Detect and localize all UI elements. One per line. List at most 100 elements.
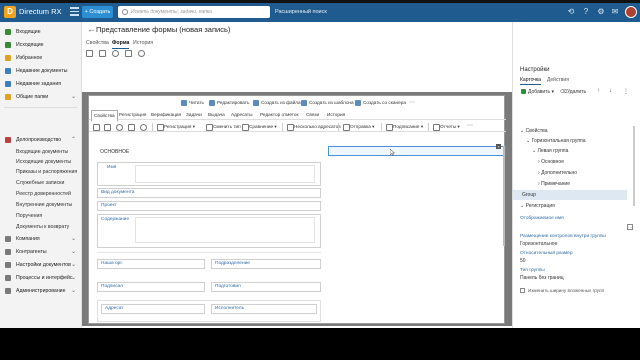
- advanced-search-link[interactable]: Расширенный поиск: [275, 7, 327, 17]
- form-command-bar: Регистрация ▾ Сменить тип Сравнение ▾ Не…: [89, 122, 506, 132]
- cmd-label: Сравнение: [249, 124, 274, 129]
- action-edit[interactable]: Редактировать: [209, 98, 249, 108]
- cmd-registration[interactable]: Регистрация ▾: [156, 123, 195, 131]
- refresh-icon[interactable]: [140, 124, 147, 131]
- create-button[interactable]: + Создать: [82, 6, 113, 18]
- delete-button[interactable]: ⌫ Удалить: [559, 88, 586, 96]
- action-create-from-file[interactable]: Создать из файла: [253, 98, 301, 108]
- prop-group-type-value[interactable]: Панель без границ: [520, 275, 564, 281]
- nav-item-recent-docs[interactable]: Недавние документы: [0, 65, 82, 77]
- nav-item-company[interactable]: Компания ⌄: [0, 233, 82, 245]
- more-actions-icon[interactable]: ⋯: [409, 98, 415, 108]
- tree-item-group-selected[interactable]: Group: [513, 190, 627, 200]
- nav-item-outgoing[interactable]: Исходящие: [0, 39, 82, 51]
- menu-icon[interactable]: [70, 7, 79, 16]
- form-tab-issue[interactable]: Выдача: [206, 110, 227, 120]
- prop-relative-size-value[interactable]: 50: [520, 258, 526, 264]
- form-tab-tasks[interactable]: Задачи: [184, 110, 204, 120]
- cmd-signing[interactable]: Подписание ▾: [385, 123, 423, 131]
- add-button[interactable]: Добавить ▾: [520, 88, 554, 96]
- back-arrow-icon[interactable]: ←: [87, 24, 96, 34]
- cmd-compare[interactable]: Сравнение ▾: [241, 123, 277, 131]
- action-create-from-template[interactable]: Создать из шаблона: [301, 98, 354, 108]
- undo-icon[interactable]: [116, 124, 123, 131]
- help-icon[interactable]: ?: [581, 7, 591, 17]
- nav-item-counterparties[interactable]: Контрагенты ⌄: [0, 246, 82, 258]
- save-icon[interactable]: [93, 124, 100, 131]
- app-logo-icon[interactable]: D: [4, 6, 16, 18]
- tree-label: Дополнительно: [541, 170, 578, 176]
- tab-history[interactable]: История: [133, 38, 153, 48]
- localization-icon[interactable]: ⋯: [627, 224, 633, 230]
- more-icon[interactable]: ⋮: [623, 88, 629, 95]
- selected-group-placeholder[interactable]: [328, 146, 506, 156]
- tree-label: Group: [522, 192, 536, 198]
- tree-item-main[interactable]: › Основное: [538, 157, 564, 167]
- form-tab-history[interactable]: История: [325, 110, 347, 120]
- history-icon[interactable]: ⟲: [566, 7, 576, 17]
- process-icon: [5, 275, 11, 281]
- action-create-from-scanner[interactable]: Создать со сканера: [355, 98, 406, 108]
- nav-item-shared-folders[interactable]: Общие папки ⌄: [0, 91, 82, 103]
- copy-icon[interactable]: [128, 124, 135, 131]
- field-project-box[interactable]: [97, 201, 321, 211]
- refresh-icon[interactable]: [138, 50, 145, 57]
- save-icon[interactable]: [86, 50, 93, 57]
- vertical-scrollbar[interactable]: [503, 146, 505, 246]
- undo-icon[interactable]: [112, 50, 119, 57]
- cmd-change-type[interactable]: Сменить тип: [205, 123, 241, 131]
- settings-tab-card[interactable]: Карточка: [520, 76, 541, 85]
- checkbox-label: Изменить ширину вложенных групп: [528, 288, 605, 293]
- save-close-icon[interactable]: [104, 124, 111, 131]
- nav-item-favorites[interactable]: Избранное: [0, 52, 82, 64]
- form-tabs: Свойства Регистрация Верификация Задачи …: [89, 110, 506, 122]
- tree-item-left-group[interactable]: ⌄ Левая группа: [532, 146, 568, 156]
- move-up-icon[interactable]: ↑: [597, 88, 600, 94]
- search-placeholder: Искать документы, задачи, папки: [131, 9, 213, 15]
- tree-item-properties[interactable]: ⌄ Свойства: [520, 126, 548, 136]
- nav-section-records[interactable]: Делопроизводство ⌃: [0, 134, 82, 146]
- cmd-send[interactable]: Отправка ▾: [342, 123, 374, 131]
- name-input[interactable]: [135, 165, 315, 183]
- form-tab-properties[interactable]: Свойства: [91, 110, 118, 122]
- field-label: Проект: [101, 203, 117, 208]
- form-tab-mark-editor[interactable]: Редактор отметок: [258, 110, 301, 120]
- resize-nested-checkbox[interactable]: [520, 288, 525, 293]
- tree-item-note[interactable]: › Примечание: [538, 179, 570, 189]
- tree-item-horizontal-group[interactable]: ⌄ Горизонтальная группа: [526, 136, 586, 146]
- move-down-icon[interactable]: ↓: [609, 88, 612, 94]
- tree-item-additional[interactable]: › Дополнительно: [538, 168, 577, 178]
- tree-scrollbar[interactable]: [633, 126, 635, 206]
- cmd-multiple-addressees[interactable]: Несколько адресатов: [286, 123, 341, 131]
- nav-divider: [4, 107, 78, 108]
- close-icon[interactable]: ×: [496, 144, 501, 149]
- nav-item-incoming[interactable]: Входящие: [0, 26, 82, 38]
- tab-form[interactable]: Форма: [112, 38, 130, 49]
- tab-properties[interactable]: Свойства: [86, 38, 109, 48]
- form-tab-registration[interactable]: Регистрация: [117, 110, 148, 120]
- prop-placement-value[interactable]: Горизонтальное: [520, 241, 557, 247]
- tree-item-registration[interactable]: ⌄ Регистрация: [520, 201, 555, 211]
- save-close-icon[interactable]: [99, 50, 106, 57]
- settings-icon[interactable]: ⚙: [596, 7, 606, 17]
- search-input[interactable]: Искать документы, задачи, папки: [118, 6, 270, 18]
- document-icon[interactable]: [125, 50, 132, 57]
- nav-item-recent-tasks[interactable]: Недавние задания: [0, 78, 82, 90]
- form-tab-verification[interactable]: Верификация: [149, 110, 183, 120]
- form-tab-links[interactable]: Связи: [304, 110, 321, 120]
- action-read[interactable]: Читать: [181, 98, 204, 108]
- form-tab-addressees[interactable]: Адресаты: [229, 110, 254, 120]
- nav-item-admin[interactable]: Администрирование ⌄: [0, 285, 82, 297]
- task-icon: [5, 81, 11, 87]
- nav-label: Компания: [16, 236, 40, 242]
- nav-item-processes[interactable]: Процессы и интерфейс ⌄: [0, 272, 82, 284]
- chevron-down-icon: ⌄: [70, 262, 76, 268]
- nav-item-doc-settings[interactable]: Настройки документов ⌄: [0, 259, 82, 271]
- content-input[interactable]: [135, 217, 315, 243]
- notifications-icon[interactable]: ✉: [610, 7, 620, 17]
- settings-tab-actions[interactable]: Действия: [547, 76, 569, 84]
- more-commands-icon[interactable]: ⋯: [467, 122, 473, 129]
- nav-subitem[interactable]: Документы к возврату: [0, 221, 82, 233]
- user-avatar[interactable]: [625, 6, 637, 18]
- cmd-reports[interactable]: Отчеты ▾: [432, 123, 460, 131]
